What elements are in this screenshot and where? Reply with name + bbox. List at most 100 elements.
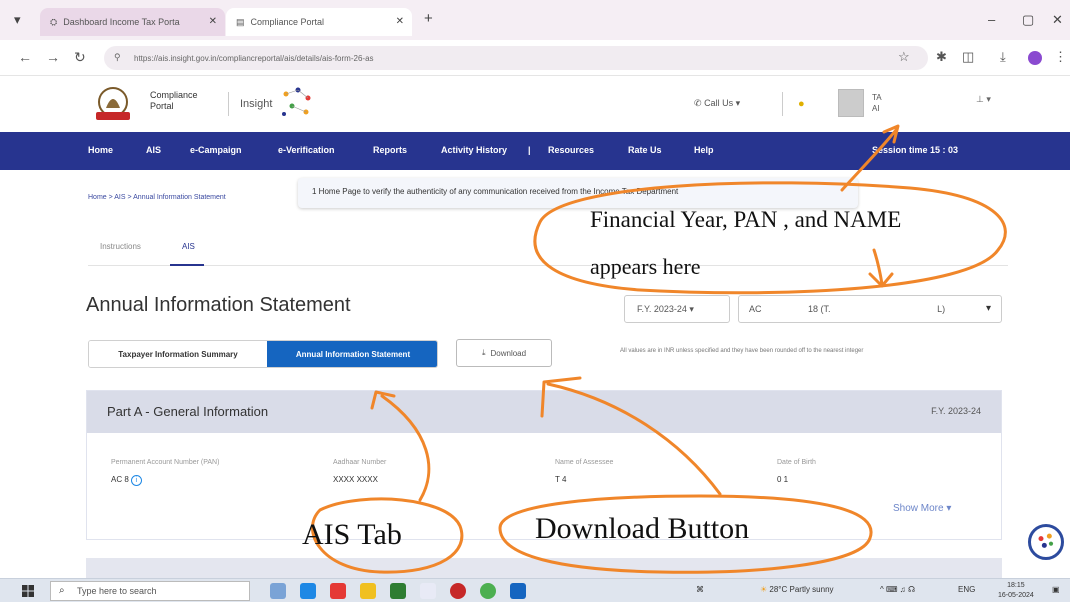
close-window-icon[interactable]: ✕	[1052, 12, 1063, 28]
close-tab-icon[interactable]: ✕	[209, 16, 217, 27]
edge-browser-icon[interactable]	[300, 583, 316, 599]
values-note: All values are in INR unless specified a…	[620, 348, 864, 354]
forward-icon[interactable]: →	[46, 49, 60, 65]
nav-separator: |	[528, 145, 531, 155]
insight-logo-icon	[282, 87, 311, 116]
view-toggle: Taxpayer Information Summary Annual Info…	[88, 340, 438, 368]
tab-ais[interactable]: AIS	[182, 242, 195, 251]
back-icon[interactable]: ←	[18, 49, 32, 65]
windows-start-icon[interactable]	[22, 585, 34, 597]
info-icon[interactable]: i	[130, 475, 142, 486]
url-bar[interactable]: ⚲ https://ais.insight.gov.in/compliancre…	[104, 46, 928, 70]
browser-tabbar: ▾ ⛭ Dashboard Income Tax Porta ✕ ▤ Compl…	[0, 0, 1070, 40]
tray-app-icon[interactable]: ⌘	[696, 585, 704, 594]
emblem-logo-icon	[96, 87, 130, 120]
aadhaar-value: XXXX XXXX	[333, 475, 378, 484]
taskbar-clock[interactable]: 18:15 16-05-2024	[998, 581, 1034, 601]
weather-widget[interactable]: ☀ 28°C Partly sunny	[760, 585, 834, 594]
app-icon[interactable]	[330, 583, 346, 599]
notifications-icon[interactable]: ▣	[1052, 585, 1060, 594]
call-us-button[interactable]: ✆ Call Us ▾	[694, 98, 740, 109]
user-avatar[interactable]	[838, 89, 864, 117]
close-tab-icon[interactable]: ✕	[396, 16, 404, 27]
tab-instructions[interactable]: Instructions	[100, 242, 141, 251]
active-tab-indicator	[170, 264, 204, 266]
annotation-fy-text-line2: appears here	[590, 254, 701, 279]
app-icon-2[interactable]	[420, 583, 436, 599]
tab-list-icon[interactable]: ▾	[14, 12, 21, 28]
dob-value: 0 1	[777, 475, 789, 484]
nav-help[interactable]: Help	[694, 145, 714, 155]
browser-tab-dashboard[interactable]: ⛭ Dashboard Income Tax Porta ✕	[40, 8, 225, 36]
tab-favicon-icon: ⛭	[50, 16, 58, 27]
nav-e-campaign[interactable]: e-Campaign	[190, 145, 242, 155]
part-a-fy: F.Y. 2023-24	[931, 406, 981, 416]
app-icon-3[interactable]	[450, 583, 466, 599]
news-ticker: 1 Home Page to verify the authenticity o…	[298, 178, 858, 208]
annotation-download-text: Download Button	[535, 512, 750, 545]
task-view-icon[interactable]	[270, 583, 286, 599]
nav-reports[interactable]: Reports	[373, 145, 407, 155]
nav-resources[interactable]: Resources	[548, 145, 594, 155]
sub-tabs: Instructions AIS	[88, 236, 1008, 266]
user-menu-chevron-icon[interactable]: ⊥ ▾	[976, 94, 991, 105]
download-icon[interactable]: ⤓	[1000, 49, 1006, 65]
taxpayer-information-summary-button[interactable]: Taxpayer Information Summary	[89, 341, 267, 367]
minimize-icon[interactable]: –	[988, 12, 995, 27]
nav-ais[interactable]: AIS	[146, 145, 161, 155]
assessee-name-value: T 4	[555, 475, 567, 484]
nav-e-verification[interactable]: e-Verification	[278, 145, 335, 155]
tab-favicon-icon: ▤	[236, 16, 245, 27]
browser-tab-compliance[interactable]: ▤ Compliance Portal ✕	[226, 8, 412, 36]
file-explorer-icon[interactable]	[360, 583, 376, 599]
download-icon: ⤓	[481, 348, 486, 357]
nav-home[interactable]: Home	[88, 145, 113, 155]
tab-label: Dashboard Income Tax Porta	[63, 17, 180, 27]
profile-avatar-icon[interactable]	[1028, 51, 1042, 65]
taskbar-search-input[interactable]: ⌕ Type here to search	[50, 581, 250, 601]
sun-icon: ☀	[760, 585, 768, 594]
chatbot-icon[interactable]	[1028, 524, 1064, 560]
windows-taskbar: ⌕ Type here to search ⌘ ☀ 28°C Partly su…	[0, 578, 1070, 602]
compliance-portal-logo-text: Compliance Portal	[150, 90, 198, 111]
maximize-icon[interactable]: ▢	[1022, 12, 1034, 28]
show-more-link[interactable]: Show More ▾	[893, 503, 951, 514]
excel-icon[interactable]	[390, 583, 406, 599]
site-info-icon[interactable]: ⚲	[114, 52, 121, 63]
session-timer: Session time 15 : 03	[872, 145, 959, 155]
part-a-header[interactable]: Part A - General Information F.Y. 2023-2…	[87, 391, 1001, 433]
system-tray-icons[interactable]: ^ ⌨ ♫ ☊	[880, 585, 915, 594]
reload-icon[interactable]: ↻	[74, 49, 86, 66]
pan-label: Permanent Account Number (PAN)	[111, 459, 220, 466]
header-divider	[228, 92, 229, 116]
download-button[interactable]: ⤓ Download	[456, 339, 552, 367]
word-icon[interactable]	[510, 583, 526, 599]
browser-menu-icon[interactable]: ⋮	[1054, 49, 1067, 65]
part-a-title: Part A - General Information	[107, 404, 269, 419]
lightbulb-icon[interactable]: ●	[798, 98, 805, 110]
next-section-card	[86, 558, 1002, 578]
nav-activity-history[interactable]: Activity History	[441, 145, 507, 155]
annual-information-statement-button[interactable]: Annual Information Statement	[267, 341, 437, 367]
language-indicator[interactable]: ENG	[958, 585, 975, 594]
extension-icon[interactable]: ✱	[936, 49, 947, 65]
nav-rate-us[interactable]: Rate Us	[628, 145, 662, 155]
assessee-name-label: Name of Assessee	[555, 459, 614, 466]
new-tab-icon[interactable]: +	[424, 10, 433, 27]
bookmark-star-icon[interactable]: ☆	[898, 49, 910, 65]
annotation-ais-tab-text: AIS Tab	[302, 518, 402, 551]
breadcrumb[interactable]: Home > AIS > Annual Information Statemen…	[88, 194, 226, 201]
extensions-puzzle-icon[interactable]: ◫	[962, 49, 974, 65]
pan-name-select[interactable]: AC 18 (T. L) ▾	[738, 295, 1002, 323]
financial-year-select[interactable]: F.Y. 2023-24 ▾	[624, 295, 730, 323]
search-icon: ⌕	[59, 585, 65, 596]
annotation-fy-text-line1: Financial Year, PAN , and NAME	[590, 207, 902, 232]
phone-icon: ✆	[694, 98, 702, 108]
tab-label: Compliance Portal	[250, 17, 325, 27]
aadhaar-label: Aadhaar Number	[333, 459, 387, 466]
browser-toolbar: ← → ↻ ⚲ https://ais.insight.gov.in/compl…	[0, 40, 1070, 76]
page-title: Annual Information Statement	[86, 294, 351, 316]
pan-value: AC 8i	[111, 475, 142, 486]
insight-logo-text: Insight	[240, 98, 273, 110]
chrome-icon[interactable]	[480, 583, 496, 599]
